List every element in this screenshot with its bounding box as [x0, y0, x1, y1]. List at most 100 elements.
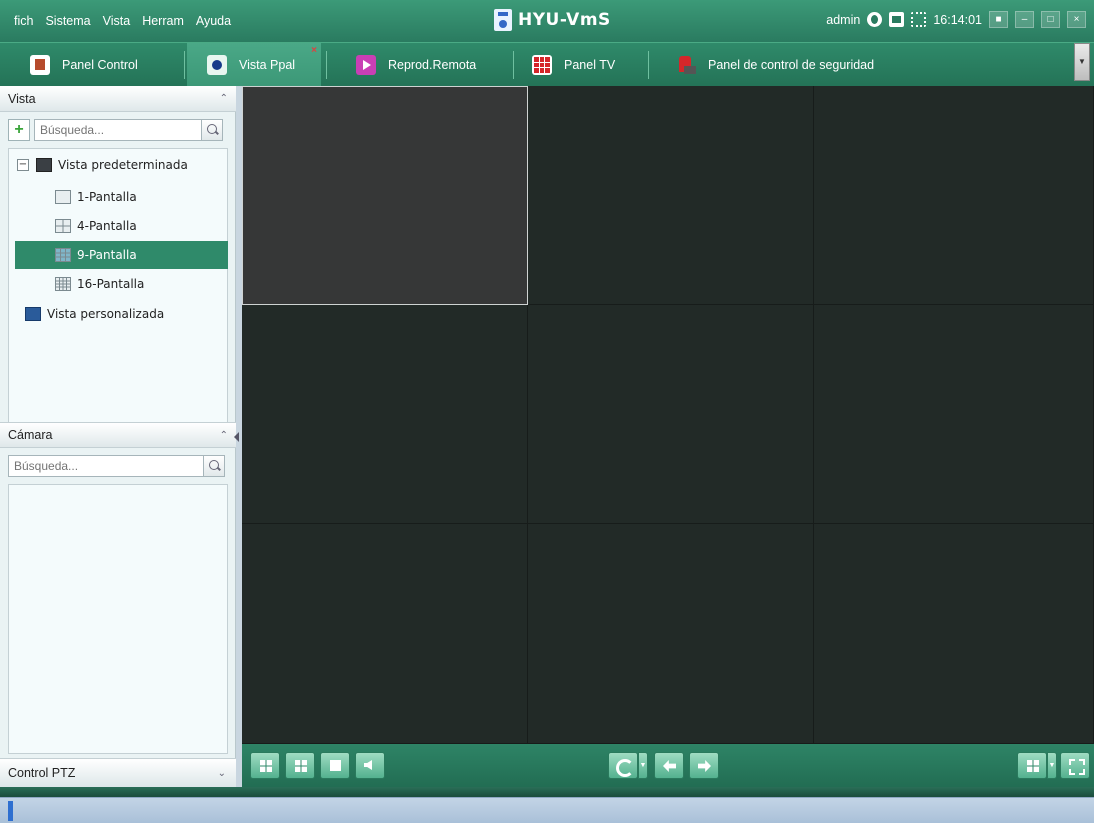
tab-panel-seguridad[interactable]: Panel de control de seguridad: [676, 43, 916, 86]
tab-panel-tv[interactable]: Panel TV: [532, 43, 642, 86]
search-icon[interactable]: [203, 455, 225, 477]
live-view-toolbar: ▼ ▼: [242, 744, 1094, 787]
layout-16-icon: [55, 277, 71, 291]
video-cell[interactable]: [528, 86, 814, 305]
tree-item-9-pantalla[interactable]: 9-Pantalla: [15, 241, 228, 269]
chevron-up-icon[interactable]: ⌃: [220, 93, 228, 104]
tab-label: Reprod.Remota: [388, 57, 477, 72]
tab-separator: [648, 51, 649, 79]
fullscreen-icon[interactable]: [1060, 752, 1090, 779]
video-cell[interactable]: [242, 524, 528, 744]
stop-all-icon[interactable]: [320, 752, 350, 779]
tab-separator: [513, 51, 514, 79]
auto-switch-icon[interactable]: [608, 752, 638, 779]
video-cell[interactable]: [528, 305, 814, 524]
previous-page-icon[interactable]: [654, 752, 684, 779]
chevron-up-icon[interactable]: ⌃: [220, 430, 228, 441]
taskbar-app-icon[interactable]: [8, 801, 13, 821]
network-globe-icon[interactable]: [867, 12, 883, 27]
save-view-icon[interactable]: [250, 752, 280, 779]
tab-close-icon[interactable]: ×: [311, 45, 317, 56]
add-view-button[interactable]: +: [8, 119, 30, 141]
status-area: admin 16:14:01 ■ – □ ×: [826, 11, 1086, 28]
camera-search-input[interactable]: [8, 455, 204, 477]
auto-switch-dropdown-icon[interactable]: ▼: [638, 752, 648, 779]
clock: 16:14:01: [933, 12, 982, 27]
alarm-icon: [676, 55, 696, 75]
video-cell[interactable]: [528, 524, 814, 744]
tree-label: Vista personalizada: [47, 307, 165, 321]
home-icon: [30, 54, 50, 75]
network-status-icon[interactable]: [911, 12, 927, 27]
section-title: Vista: [8, 91, 36, 106]
tree-root-default-view[interactable]: − Vista predeterminada: [17, 151, 188, 179]
menu-herram[interactable]: Herram: [136, 14, 190, 28]
video-cell[interactable]: [814, 305, 1094, 524]
close-button[interactable]: ×: [1067, 11, 1086, 28]
tree-item-4-pantalla[interactable]: 4-Pantalla: [55, 212, 137, 240]
storage-icon[interactable]: [889, 12, 905, 27]
lock-icon[interactable]: ■: [989, 11, 1008, 28]
sidebar: Vista ⌃ + − Vista predeterminada 1-Panta…: [0, 86, 236, 787]
tab-panel-control[interactable]: Panel Control: [30, 43, 180, 86]
audio-mute-icon[interactable]: [355, 752, 385, 779]
tree-item-1-pantalla[interactable]: 1-Pantalla: [55, 183, 137, 211]
status-strip: [0, 787, 1094, 797]
next-page-icon[interactable]: [689, 752, 719, 779]
tab-reprod-remota[interactable]: Reprod.Remota: [356, 43, 516, 86]
tab-separator: [184, 51, 185, 79]
video-grid: [242, 86, 1094, 744]
menu-vista[interactable]: Vista: [97, 14, 137, 28]
custom-view-icon: [25, 307, 41, 321]
maximize-button[interactable]: □: [1041, 11, 1060, 28]
tab-scroll-button[interactable]: ▼: [1074, 43, 1090, 81]
tree-item-16-pantalla[interactable]: 16-Pantalla: [55, 270, 144, 298]
save-view-as-icon[interactable]: [285, 752, 315, 779]
tab-separator: [326, 51, 327, 79]
app-title: HYU-VmS: [494, 9, 611, 31]
view-search-input[interactable]: [34, 119, 202, 141]
layout-9-icon: [55, 248, 71, 262]
username: admin: [826, 12, 861, 27]
menu-sistema[interactable]: Sistema: [39, 14, 96, 28]
chevron-down-icon[interactable]: ⌄: [218, 768, 226, 779]
menu-fich[interactable]: fich: [8, 14, 39, 28]
module-tabs: Panel Control Vista Ppal × Reprod.Remota…: [0, 42, 1094, 86]
layout-dropdown-icon[interactable]: ▼: [1047, 752, 1057, 779]
collapse-icon[interactable]: −: [17, 159, 29, 171]
video-cell[interactable]: [242, 305, 528, 524]
app-name: HYU-VmS: [518, 10, 611, 30]
tv-wall-icon: [532, 54, 552, 75]
tree-label: 4-Pantalla: [77, 219, 137, 233]
view-section-header[interactable]: Vista ⌃: [0, 86, 236, 112]
section-title: Control PTZ: [8, 766, 76, 780]
camera-search-row: [8, 454, 225, 478]
view-group-icon: [36, 158, 52, 172]
app-logo-icon: [494, 9, 512, 31]
tab-vista-ppal[interactable]: Vista Ppal ×: [187, 43, 321, 86]
window-layout-icon[interactable]: [1017, 752, 1047, 779]
search-icon[interactable]: [201, 119, 223, 141]
menu-bar: fich Sistema Vista Herram Ayuda: [8, 14, 237, 28]
title-bar: fich Sistema Vista Herram Ayuda HYU-VmS …: [0, 0, 1094, 42]
live-view-icon: [207, 54, 227, 75]
tree-item-custom-view[interactable]: Vista personalizada: [25, 300, 164, 328]
video-cell[interactable]: [814, 86, 1094, 305]
camera-tree[interactable]: [8, 484, 228, 754]
camera-section-header[interactable]: Cámara ⌃: [0, 422, 236, 448]
tab-label: Panel TV: [564, 57, 616, 72]
collapse-sidebar-icon[interactable]: [234, 432, 239, 442]
minimize-button[interactable]: –: [1015, 11, 1034, 28]
tree-label: 16-Pantalla: [77, 277, 145, 291]
tree-label: 1-Pantalla: [77, 190, 137, 204]
video-cell[interactable]: [814, 524, 1094, 744]
tab-label: Vista Ppal: [239, 57, 296, 72]
layout-1-icon: [55, 190, 71, 204]
layout-4-icon: [55, 219, 71, 233]
video-cell[interactable]: [242, 86, 528, 305]
tree-label: 9-Pantalla: [77, 248, 137, 262]
view-tree: − Vista predeterminada 1-Pantalla 4-Pant…: [8, 148, 228, 428]
playback-icon: [356, 54, 376, 75]
menu-ayuda[interactable]: Ayuda: [190, 14, 237, 28]
ptz-section-header[interactable]: Control PTZ ⌄: [0, 758, 236, 787]
